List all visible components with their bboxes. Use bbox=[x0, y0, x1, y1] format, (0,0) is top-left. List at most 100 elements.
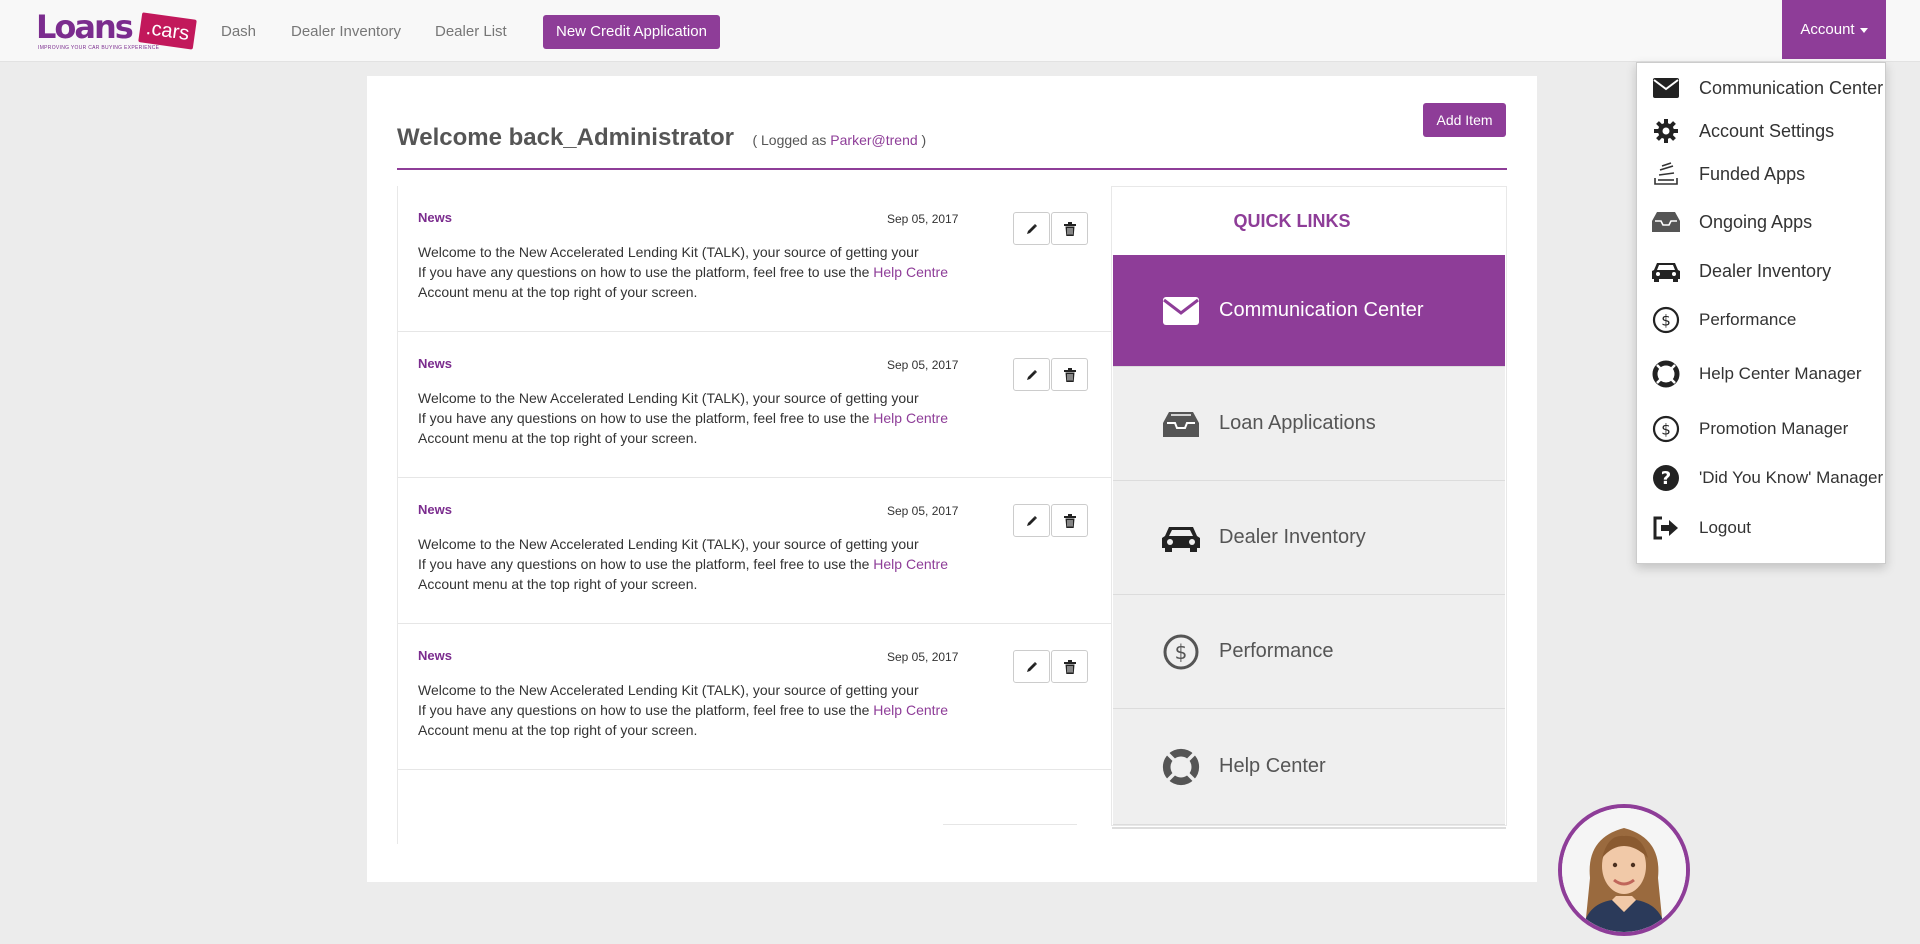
news-line: Welcome to the New Accelerated Lending K… bbox=[418, 682, 919, 698]
svg-text:?: ? bbox=[1661, 468, 1671, 489]
logo-tagline: IMPROVING YOUR CAR BUYING EXPERIENCE bbox=[38, 45, 160, 51]
pencil-icon bbox=[1026, 223, 1037, 234]
news-line: If you have any questions on how to use … bbox=[418, 702, 874, 718]
page-title: Welcome back_Administrator bbox=[397, 124, 734, 151]
brand-logo[interactable]: Loans .cars IMPROVING YOUR CAR BUYING EX… bbox=[36, 8, 198, 54]
logged-suffix: ) bbox=[917, 132, 927, 148]
menu-item-label: 'Did You Know' Manager bbox=[1699, 468, 1884, 487]
stack-icon bbox=[1651, 159, 1681, 189]
quick-links-title: QUICK LINKS bbox=[1233, 211, 1351, 231]
news-line: Account menu at the top right of your sc… bbox=[418, 284, 698, 300]
quick-link-help-center[interactable]: Help Center bbox=[1113, 709, 1505, 825]
news-tag: News bbox=[418, 356, 452, 371]
menu-item-label: Communication Center bbox=[1699, 77, 1884, 98]
menu-item-label: Dealer Inventory bbox=[1699, 260, 1832, 281]
delete-news-button[interactable] bbox=[1051, 504, 1088, 537]
caret-down-icon bbox=[1859, 27, 1868, 33]
avatar-portrait bbox=[1562, 808, 1686, 932]
edit-news-button[interactable] bbox=[1013, 212, 1050, 245]
news-tag: News bbox=[418, 648, 452, 663]
logo-main-text: Loans bbox=[36, 8, 134, 46]
menu-item-label: Logout bbox=[1699, 518, 1751, 537]
pencil-icon bbox=[1026, 515, 1037, 526]
quick-link-label: Dealer Inventory bbox=[1219, 526, 1366, 548]
news-date: Sep 05, 2017 bbox=[887, 212, 959, 226]
menu-item-help-center-manager[interactable]: Help Center Manager bbox=[1651, 357, 1862, 391]
account-dropdown-menu: Communication Center Account Settings Fu… bbox=[1636, 62, 1886, 564]
news-line: If you have any questions on how to use … bbox=[418, 410, 874, 426]
news-item: News Sep 05, 2017 Welcome to the New Acc… bbox=[398, 332, 1112, 478]
menu-item-ongoing-apps[interactable]: Ongoing Apps bbox=[1651, 205, 1812, 239]
delete-news-button[interactable] bbox=[1051, 650, 1088, 683]
help-centre-link[interactable]: Help Centre bbox=[873, 264, 948, 280]
dollar-circle-icon: $ bbox=[1159, 630, 1203, 674]
menu-item-label: Ongoing Apps bbox=[1699, 211, 1813, 232]
svg-text:$: $ bbox=[1661, 421, 1671, 439]
news-line: Welcome to the New Accelerated Lending K… bbox=[418, 390, 919, 406]
help-centre-link[interactable]: Help Centre bbox=[873, 410, 948, 426]
gear-icon bbox=[1651, 116, 1681, 146]
trash-icon bbox=[1063, 659, 1076, 674]
support-agent-avatar[interactable] bbox=[1558, 804, 1690, 936]
menu-item-account-settings[interactable]: Account Settings bbox=[1651, 114, 1834, 148]
car-icon bbox=[1159, 516, 1203, 560]
news-date: Sep 05, 2017 bbox=[887, 504, 959, 518]
dashboard-panel: Welcome back_Administrator ( Logged as P… bbox=[367, 76, 1537, 882]
dollar-circle-icon: $ bbox=[1651, 305, 1681, 335]
top-navbar: Loans .cars IMPROVING YOUR CAR BUYING EX… bbox=[0, 0, 1920, 62]
news-item: News Sep 05, 2017 Welcome to the New Acc… bbox=[398, 624, 1112, 770]
news-line: Account menu at the top right of your sc… bbox=[418, 722, 698, 738]
news-tag: News bbox=[418, 502, 452, 517]
add-item-button[interactable]: Add Item bbox=[1423, 103, 1506, 137]
trash-icon bbox=[1063, 367, 1076, 382]
quick-link-label: Help Center bbox=[1219, 755, 1326, 777]
quick-links-bottom-rule bbox=[1112, 827, 1506, 829]
menu-item-label: Funded Apps bbox=[1699, 163, 1806, 184]
quick-link-label: Loan Applications bbox=[1219, 412, 1376, 434]
nav-link-dealer-inventory[interactable]: Dealer Inventory bbox=[291, 23, 401, 40]
nav-link-dash[interactable]: Dash bbox=[221, 23, 256, 40]
news-line: Account menu at the top right of your sc… bbox=[418, 576, 698, 592]
delete-news-button[interactable] bbox=[1051, 358, 1088, 391]
menu-item-performance[interactable]: $ Performance bbox=[1651, 303, 1796, 337]
envelope-icon bbox=[1651, 73, 1681, 103]
edit-news-button[interactable] bbox=[1013, 358, 1050, 391]
quick-link-performance[interactable]: $ Performance bbox=[1113, 595, 1505, 709]
new-credit-application-button[interactable]: New Credit Application bbox=[543, 15, 720, 49]
menu-item-did-you-know-manager[interactable]: ? 'Did You Know' Manager bbox=[1651, 461, 1883, 495]
logged-prefix: ( Logged as bbox=[752, 132, 831, 148]
car-icon bbox=[1651, 256, 1681, 286]
news-body: Welcome to the New Accelerated Lending K… bbox=[418, 534, 978, 594]
inbox-icon bbox=[1651, 207, 1681, 237]
news-line: Welcome to the New Accelerated Lending K… bbox=[418, 244, 919, 260]
menu-item-promotion-manager[interactable]: $ Promotion Manager bbox=[1651, 412, 1848, 446]
menu-item-label: Help Center Manager bbox=[1699, 364, 1862, 383]
menu-item-dealer-inventory[interactable]: Dealer Inventory bbox=[1651, 254, 1831, 288]
edit-news-button[interactable] bbox=[1013, 650, 1050, 683]
pencil-icon bbox=[1026, 369, 1037, 380]
quick-link-dealer-inventory[interactable]: Dealer Inventory bbox=[1113, 481, 1505, 595]
news-date: Sep 05, 2017 bbox=[887, 358, 959, 372]
quick-link-communication-center[interactable]: Communication Center bbox=[1113, 255, 1505, 367]
svg-text:$: $ bbox=[1175, 640, 1188, 664]
trash-icon bbox=[1063, 221, 1076, 236]
username-link[interactable]: Parker@trend bbox=[830, 132, 917, 148]
envelope-icon bbox=[1159, 289, 1203, 333]
inbox-icon bbox=[1159, 402, 1203, 446]
news-tag: News bbox=[418, 210, 452, 225]
news-list: News Sep 05, 2017 Welcome to the New Acc… bbox=[397, 186, 1112, 844]
account-menu-toggle[interactable]: Account bbox=[1782, 0, 1886, 59]
menu-item-communication-center[interactable]: Communication Center bbox=[1651, 71, 1883, 105]
quick-link-loan-applications[interactable]: Loan Applications bbox=[1113, 367, 1505, 481]
help-centre-link[interactable]: Help Centre bbox=[873, 556, 948, 572]
edit-news-button[interactable] bbox=[1013, 504, 1050, 537]
quick-links-panel: QUICK LINKS Communication Center Loan Ap… bbox=[1111, 186, 1507, 829]
help-centre-link[interactable]: Help Centre bbox=[873, 702, 948, 718]
menu-item-funded-apps[interactable]: Funded Apps bbox=[1651, 157, 1805, 191]
menu-item-logout[interactable]: Logout bbox=[1651, 511, 1751, 545]
delete-news-button[interactable] bbox=[1051, 212, 1088, 245]
nav-link-dealer-list[interactable]: Dealer List bbox=[435, 23, 507, 40]
lifebuoy-icon bbox=[1651, 359, 1681, 389]
news-body: Welcome to the New Accelerated Lending K… bbox=[418, 680, 978, 740]
news-date: Sep 05, 2017 bbox=[887, 650, 959, 664]
